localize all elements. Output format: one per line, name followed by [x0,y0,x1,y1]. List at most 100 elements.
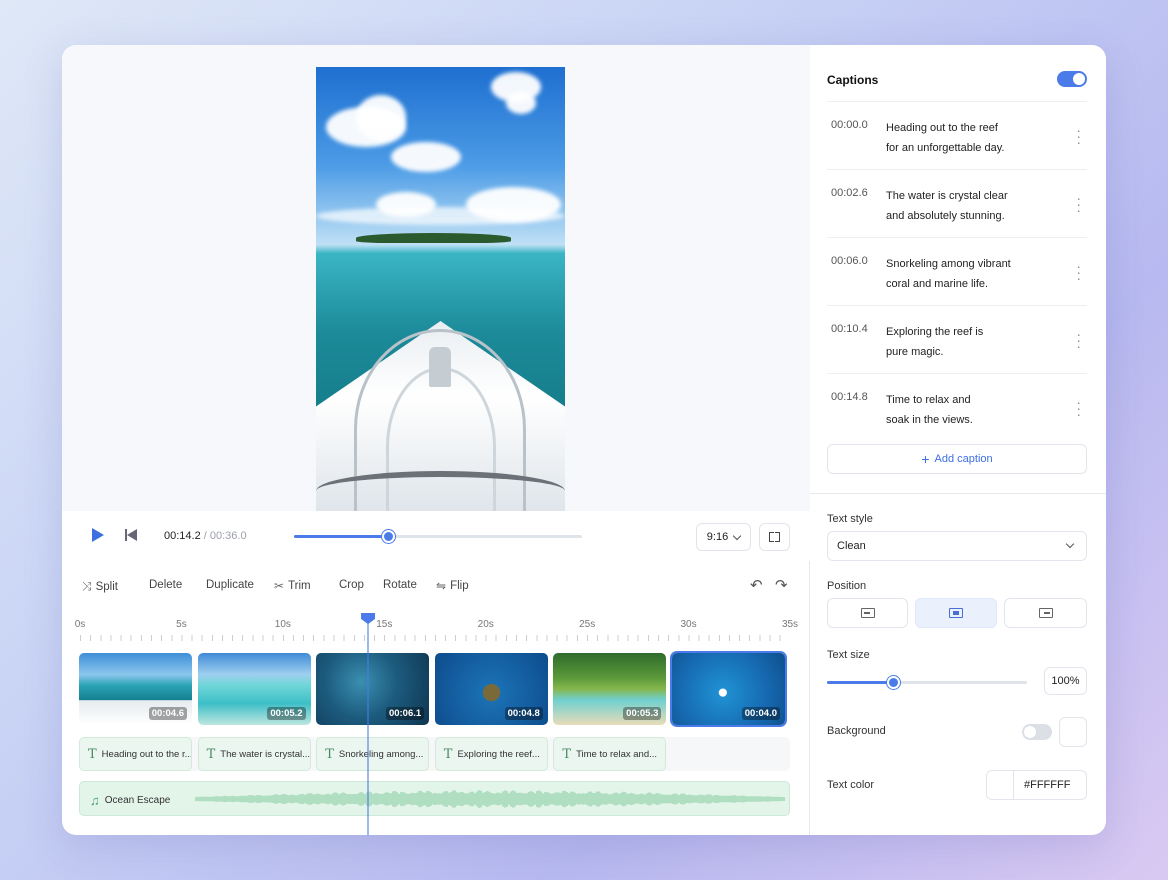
clip-duration: 00:04.6 [148,707,187,720]
captions-title: Captions [827,73,879,87]
caption-clip[interactable]: T Exploring the reef... [434,737,548,771]
video-clip[interactable]: 00:04.8 [434,653,548,725]
ruler-ticks [80,635,790,641]
audio-waveform [195,790,785,808]
video-clip[interactable]: 00:05.3 [553,653,667,725]
text-size-input[interactable]: 100% [1044,667,1087,695]
text-color-value: #FFFFFF [1024,779,1071,791]
text-color-input[interactable]: #FFFFFF [1013,770,1087,800]
add-caption-button[interactable]: + Add caption [827,444,1087,474]
align-right-icon [1039,608,1053,618]
duplicate-button[interactable]: Duplicate [206,579,254,591]
captions-toggle[interactable] [1057,71,1087,87]
fullscreen-button[interactable] [759,523,790,551]
audio-label: ♫ Ocean Escape [90,793,170,808]
time-display: 00:14.2 / 00:36.0 [164,530,247,542]
caption-line: coral and marine life. [886,278,989,290]
text-size-handle[interactable] [887,676,900,689]
skip-back-icon[interactable] [125,529,138,541]
video-clip[interactable]: 00:05.2 [197,653,311,725]
caption-item[interactable]: 00:14.8 Time to relax and soak in the view… [827,373,1087,441]
more-vertical-icon[interactable]: · · · [1076,259,1081,285]
redo-icon[interactable]: ↷ [775,576,788,594]
caption-clip[interactable]: T Time to relax and... [553,737,667,771]
caption-time: 00:14.8 [831,391,868,403]
clip-duration: 00:04.8 [504,707,543,720]
play-button[interactable] [92,528,104,542]
waveform-path [195,790,785,808]
caption-clip-label: Exploring the reef... [457,748,540,760]
caption-text: Heading out to the reef for an unforgetta… [886,118,1056,158]
position-left-button[interactable] [827,598,908,628]
time-separator: / [200,530,210,542]
caption-clip[interactable]: T Heading out to the r... [79,737,192,771]
caption-item[interactable]: 00:10.4 Exploring the reef is pure magic. ·… [827,305,1087,373]
text-icon: T [88,746,97,762]
total-time: 00:36.0 [209,530,247,542]
ruler-label: 20s [477,619,494,630]
more-vertical-icon[interactable]: · · · [1076,395,1081,421]
caption-line: Exploring the reef is [886,326,984,338]
position-center-button[interactable] [915,598,997,628]
flip-icon: ⇋ [436,579,447,593]
delete-label: Delete [149,579,183,591]
undo-icon[interactable]: ↶ [750,576,763,594]
caption-line: soak in the views. [886,414,973,426]
flip-button[interactable]: ⇋ Flip [436,579,469,593]
caption-item[interactable]: 00:00.0 Heading out to the reef for an unf… [827,101,1087,169]
text-size-slider[interactable] [827,676,1027,689]
scrub-bar[interactable] [294,530,582,543]
text-icon: T [562,746,572,762]
clip-duration: 00:05.3 [623,707,662,720]
caption-clip[interactable]: T The water is crystal... [197,737,311,771]
scrub-fill [294,535,388,538]
caption-time: 00:00.0 [831,119,868,131]
rotate-button[interactable]: Rotate [383,579,417,591]
split-button[interactable]: ⤨ Split [82,579,118,594]
trim-label: Trim [288,580,311,592]
text-style-value: Clean [837,540,866,552]
caption-line: Time to relax and [886,394,971,406]
more-vertical-icon[interactable]: · · · [1076,191,1081,217]
more-vertical-icon[interactable]: · · · [1076,123,1081,149]
delete-button[interactable]: Delete [149,579,182,591]
caption-clip[interactable]: T Snorkeling among... [316,737,430,771]
text-color-swatch[interactable] [986,770,1014,800]
music-note-icon: ♫ [90,793,100,808]
text-style-label: Text style [827,513,873,525]
background-color-swatch[interactable] [1059,717,1087,747]
split-icon: ⤨ [82,579,92,593]
island [356,233,511,243]
playhead-line [367,613,370,835]
caption-text: Time to relax and soak in the views. [886,390,1056,430]
caption-item[interactable]: 00:02.6 The water is crystal clear and abs… [827,169,1087,237]
flip-label: Flip [450,580,469,592]
audio-track[interactable]: ♫ Ocean Escape [79,781,790,816]
scrub-handle[interactable] [381,530,395,543]
video-clip[interactable]: 00:04.6 [79,653,192,725]
align-left-icon [861,608,875,618]
position-right-button[interactable] [1004,598,1087,628]
toggle-knob [1024,726,1036,738]
crop-button[interactable]: Crop [339,579,364,591]
timeline-ruler[interactable]: 0s 5s 10s 15s 20s 25s 30s 35s [62,615,810,643]
ruler-label: 15s [376,619,393,630]
editor-window: 00:14.2 / 00:36.0 9:16 ⤨ Split Delete Dup… [62,45,1106,835]
caption-line: Heading out to the reef [886,122,998,134]
background-toggle[interactable] [1022,724,1052,740]
clip-duration: 00:04.0 [741,707,780,720]
caption-clip-label: Time to relax and... [576,748,658,760]
caption-time: 00:06.0 [831,255,868,267]
caption-clip-label: The water is crystal... [220,748,311,760]
more-vertical-icon[interactable]: · · · [1076,327,1081,353]
video-track: 00:04.6 00:05.2 00:06.1 00:04.8 00:05.3 00:04… [79,653,790,725]
add-caption-label: Add caption [934,453,993,465]
caption-item[interactable]: 00:06.0 Snorkeling among vibrant coral and… [827,237,1087,305]
text-style-select[interactable]: Clean [827,531,1087,561]
caption-line: for an unforgettable day. [886,142,1005,154]
trim-button[interactable]: ✂ Trim [274,579,311,593]
video-clip[interactable]: 00:06.1 [316,653,430,725]
aspect-ratio-dropdown[interactable]: 9:16 [696,523,751,551]
video-clip[interactable]: 00:04.0 [672,653,785,725]
caption-text: Snorkeling among vibrant coral and marine… [886,254,1056,294]
